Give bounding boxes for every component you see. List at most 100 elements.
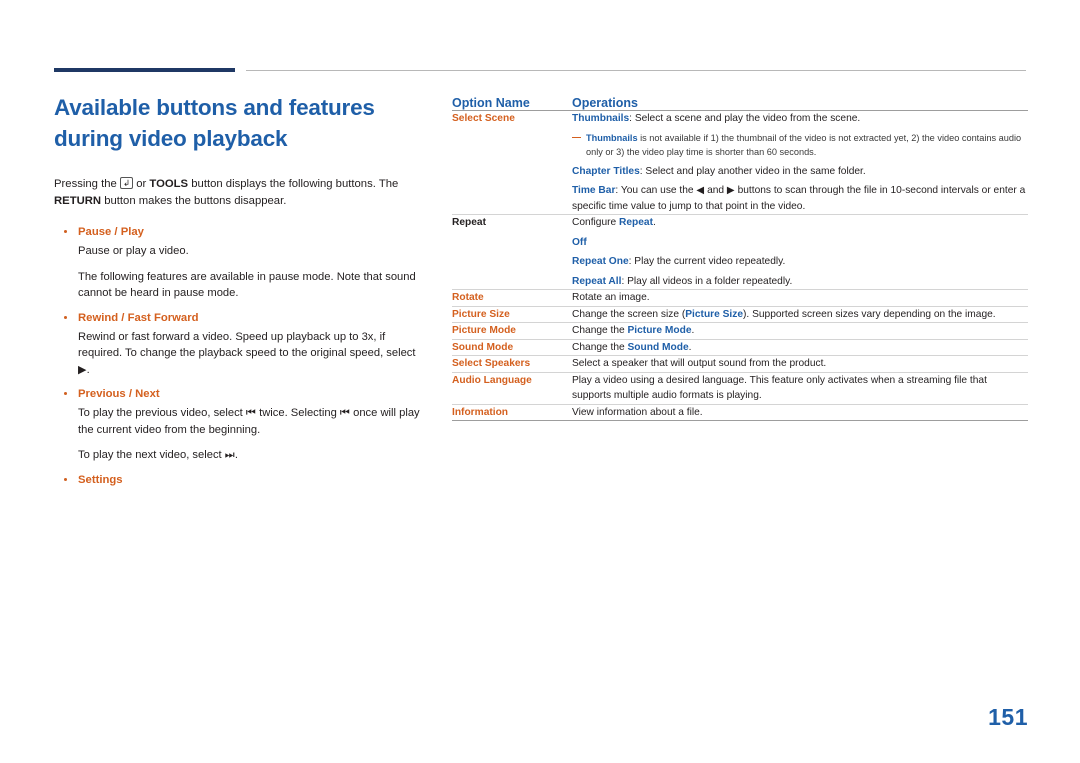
body-text: View information about a file. bbox=[572, 406, 703, 418]
operations-line: Change the Sound Mode. bbox=[572, 340, 1028, 356]
menu-term: Picture Mode bbox=[627, 325, 692, 336]
column-header-operations: Operations bbox=[572, 96, 1028, 111]
operations-line: Repeat One: Play the current video repea… bbox=[572, 254, 1028, 270]
operations-line: Thumbnails: Select a scene and play the … bbox=[572, 111, 1028, 127]
option-name-cell: Information bbox=[452, 404, 572, 421]
table-row: Information View information about a file… bbox=[452, 404, 1028, 421]
body-text: Change the bbox=[572, 325, 628, 336]
bullet-title: Rewind / Fast Forward bbox=[78, 311, 199, 324]
list-item: Previous / Next bbox=[54, 386, 424, 402]
option-name-cell: Select Scene bbox=[452, 110, 572, 215]
table-body: Select Scene Thumbnails : Select a scene a… bbox=[452, 110, 1028, 421]
operations-line: Time Bar: You can use the ◀ and ▶ button… bbox=[572, 183, 1028, 214]
operations-line: Play a video using a desired language. T… bbox=[572, 373, 1028, 404]
menu-term: Time Bar bbox=[572, 185, 616, 196]
operations-cell: Change the Picture Mode. bbox=[572, 322, 1028, 340]
bullet-body: To play the previous video, select ⏮ twi… bbox=[54, 405, 424, 464]
intro-text-mid2: button displays the following buttons. T… bbox=[188, 178, 399, 190]
feature-bullet-list: Pause / Play Pause or play a video. The … bbox=[54, 224, 424, 488]
option-name-cell: Sound Mode bbox=[452, 339, 572, 356]
operations-cell: View information about a file. bbox=[572, 404, 1028, 421]
bullet-dot-icon bbox=[64, 392, 67, 395]
body-text: Rotate an image. bbox=[572, 292, 650, 303]
options-table: Option Name Operations Select Scene Thumb… bbox=[452, 96, 1028, 421]
note-dash-icon bbox=[572, 136, 581, 138]
operations-line: View information about a file. bbox=[572, 405, 1028, 421]
operations-cell: Change the Sound Mode. bbox=[572, 339, 1028, 356]
body-text: . bbox=[688, 341, 692, 353]
operations-line: Chapter Titles: Select and play another … bbox=[572, 164, 1028, 180]
list-item: Rewind / Fast Forward bbox=[54, 310, 424, 326]
body-text: : You can use the ◀ and ▶ buttons to sca… bbox=[572, 185, 1026, 212]
list-item: Pause / Play bbox=[54, 224, 424, 240]
body-text: Select a speaker that will output sound … bbox=[572, 358, 827, 369]
bullet-body-line: The following features are available in … bbox=[78, 270, 416, 300]
column-header-option-name: Option Name bbox=[452, 96, 572, 111]
operations-cell: Rotate an image. bbox=[572, 289, 1028, 307]
operations-line: Configure Repeat. bbox=[572, 215, 1028, 231]
table-row: Rotate Rotate an image. bbox=[452, 289, 1028, 307]
intro-tools-label: TOOLS bbox=[149, 178, 189, 190]
body-text: ). Supported screen sizes vary depending… bbox=[743, 308, 996, 320]
intro-text-mid: or bbox=[133, 178, 150, 190]
bullet-dot-icon bbox=[64, 315, 67, 319]
intro-text-pre: Pressing the bbox=[54, 178, 120, 190]
table-header-row: Option Name Operations bbox=[452, 96, 1028, 111]
operations-cell: Thumbnails : Select a scene and play the … bbox=[572, 110, 1028, 215]
header-rule-line bbox=[246, 70, 1026, 71]
menu-term: Repeat One bbox=[572, 256, 629, 267]
bullet-body: Pause or play a video. The following fea… bbox=[54, 243, 424, 302]
intro-paragraph: Pressing the ↲ or TOOLS button displays … bbox=[54, 176, 424, 210]
option-name-cell: Picture Mode bbox=[452, 322, 572, 340]
table-row: Repeat Configure Repeat. Off Repeat One: Pl… bbox=[452, 214, 1028, 290]
bullet-dot-icon bbox=[64, 477, 67, 481]
operations-cell: Change the screen size (Picture Size). S… bbox=[572, 306, 1028, 323]
option-name-cell: Audio Language bbox=[452, 372, 572, 405]
enter-key-icon: ↲ bbox=[119, 177, 134, 189]
operations-cell: Select a speaker that will output sound … bbox=[572, 355, 1028, 373]
option-name-cell: Select Speakers bbox=[452, 355, 572, 373]
table-row: Picture Mode Change the Picture Mode. bbox=[452, 322, 1028, 340]
menu-term: Repeat All bbox=[572, 275, 622, 287]
menu-term: Sound Mode bbox=[627, 341, 689, 353]
body-text: . bbox=[691, 325, 695, 336]
bullet-body-line: Pause or play a video. bbox=[78, 245, 189, 257]
table-row: Audio Language Play a video using a desir… bbox=[452, 372, 1028, 405]
body-text: : Play the current video repeatedly. bbox=[628, 256, 786, 267]
menu-term: Repeat bbox=[619, 217, 653, 228]
bullet-body: Rewind or fast forward a video. Speed up… bbox=[54, 329, 424, 379]
body-text: is not available if 1) the thumbnail of … bbox=[586, 132, 1022, 157]
body-text: : Select a scene and play the video from… bbox=[629, 113, 861, 124]
operations-note: Thumbnails is not available if 1) the th… bbox=[572, 131, 1028, 159]
bullet-dot-icon bbox=[64, 230, 67, 233]
operations-cell: Configure Repeat. Off Repeat One: Play the… bbox=[572, 214, 1028, 290]
table-row: Sound Mode Change the Sound Mode. bbox=[452, 339, 1028, 356]
menu-term: Thumbnails bbox=[586, 132, 638, 143]
operations-line: Rotate an image. bbox=[572, 290, 1028, 306]
left-column: Available buttons and features during vi… bbox=[54, 92, 424, 491]
body-text: Configure bbox=[572, 217, 620, 228]
options-table-wrap: Option Name Operations Select Scene Thumb… bbox=[452, 96, 1028, 421]
intro-return-label: RETURN bbox=[54, 195, 102, 207]
menu-term: Picture Size bbox=[685, 308, 744, 320]
page-title: Available buttons and features during vi… bbox=[54, 92, 424, 154]
operations-cell: Play a video using a desired language. T… bbox=[572, 372, 1028, 405]
option-name-cell: Rotate bbox=[452, 289, 572, 307]
bullet-body-line: Rewind or fast forward a video. Speed up… bbox=[78, 330, 416, 376]
operations-line: Change the Picture Mode. bbox=[572, 323, 1028, 339]
menu-term: Chapter Titles bbox=[572, 165, 640, 177]
operations-line: Repeat All: Play all videos in a folder … bbox=[572, 274, 1028, 290]
list-item: Settings bbox=[54, 472, 424, 488]
bullet-title: Pause / Play bbox=[78, 226, 144, 238]
body-text: : Select and play another video in the s… bbox=[639, 165, 866, 177]
option-name-cell: Picture Size bbox=[452, 306, 572, 323]
operations-line: Change the screen size (Picture Size). S… bbox=[572, 307, 1028, 323]
bullet-body-line: To play the next video, select ⏭. bbox=[78, 449, 238, 461]
operations-line: Select a speaker that will output sound … bbox=[572, 356, 1028, 372]
body-text: : Play all videos in a folder repeatedly… bbox=[621, 275, 793, 287]
table-row: Picture Size Change the screen size (Pict… bbox=[452, 306, 1028, 323]
table-row: Select Scene Thumbnails : Select a scene a… bbox=[452, 110, 1028, 215]
page-title-line2: during video playback bbox=[54, 126, 288, 151]
operations-line: Off bbox=[572, 235, 1028, 251]
bullet-body-line: To play the previous video, select ⏮ twi… bbox=[78, 407, 420, 436]
